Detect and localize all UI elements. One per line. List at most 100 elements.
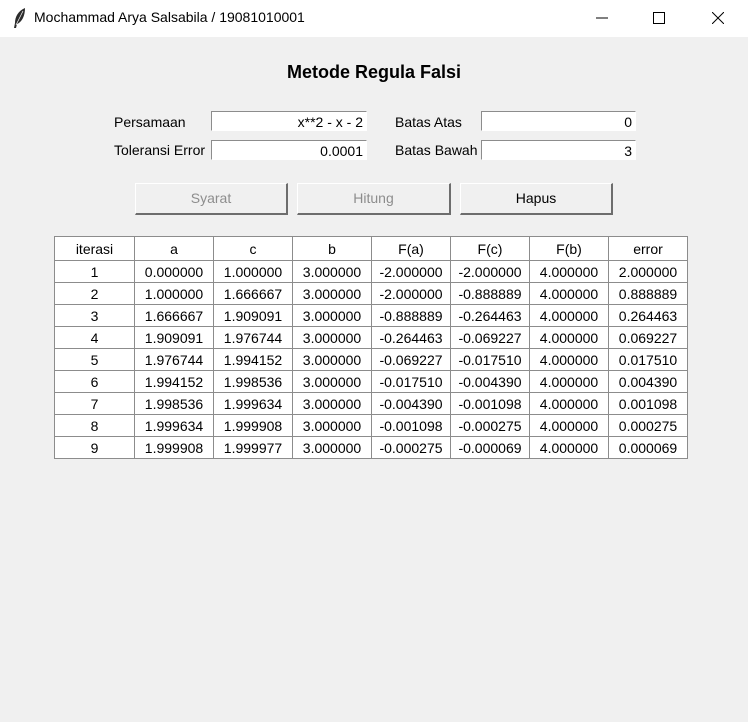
table-cell: 1.000000 xyxy=(213,260,293,283)
hapus-button[interactable]: Hapus xyxy=(460,183,613,215)
batas-atas-input[interactable]: 0 xyxy=(481,111,636,131)
table-cell: -0.069227 xyxy=(450,326,530,349)
table-cell: -0.001098 xyxy=(371,414,451,437)
minimize-button[interactable] xyxy=(579,0,625,37)
table-cell: -0.004390 xyxy=(371,392,451,415)
table-cell: 3.000000 xyxy=(292,348,372,371)
table-cell: 3.000000 xyxy=(292,414,372,437)
title-bar[interactable]: Mochammad Arya Salsabila / 19081010001 xyxy=(0,0,748,37)
batas-bawah-input[interactable]: 3 xyxy=(481,140,636,160)
table-cell: -0.004390 xyxy=(450,370,530,393)
table-cell: 1.909091 xyxy=(134,326,214,349)
table-cell: 9 xyxy=(54,436,135,459)
table-cell: 1.998536 xyxy=(213,370,293,393)
table-cell: 4 xyxy=(54,326,135,349)
table-cell: -0.000069 xyxy=(450,436,530,459)
column-header: c xyxy=(213,236,293,261)
table-cell: -0.264463 xyxy=(371,326,451,349)
table-cell: 5 xyxy=(54,348,135,371)
table-cell: 3.000000 xyxy=(292,392,372,415)
table-cell: 0.000069 xyxy=(608,436,688,459)
table-cell: 1.976744 xyxy=(134,348,214,371)
table-cell: 2 xyxy=(54,282,135,305)
table-row: 1 0.000000 1.000000 3.000000 -2.000000 -2.000… xyxy=(54,260,688,283)
column-header: F(c) xyxy=(450,236,530,261)
table-cell: 4.000000 xyxy=(529,282,609,305)
table-row: 9 1.999908 1.999977 3.000000 -0.000275 -0.000… xyxy=(54,436,688,459)
table-row: 7 1.998536 1.999634 3.000000 -0.004390 -0.001… xyxy=(54,392,688,415)
table-cell: 0.888889 xyxy=(608,282,688,305)
hitung-button[interactable]: Hitung xyxy=(297,183,451,215)
table-cell: 4.000000 xyxy=(529,260,609,283)
maximize-button[interactable] xyxy=(636,0,682,37)
table-cell: -0.000275 xyxy=(371,436,451,459)
table-cell: 2.000000 xyxy=(608,260,688,283)
table-cell: -2.000000 xyxy=(371,282,451,305)
table-cell: -2.000000 xyxy=(450,260,530,283)
table-cell: 7 xyxy=(54,392,135,415)
table-cell: 0.017510 xyxy=(608,348,688,371)
table-cell: -2.000000 xyxy=(371,260,451,283)
column-header: F(b) xyxy=(529,236,609,261)
table-cell: 3.000000 xyxy=(292,436,372,459)
table-cell: 0.001098 xyxy=(608,392,688,415)
table-cell: 3.000000 xyxy=(292,326,372,349)
table-cell: 1.999908 xyxy=(213,414,293,437)
table-cell: -0.017510 xyxy=(371,370,451,393)
table-row: 2 1.000000 1.666667 3.000000 -2.000000 -0.888… xyxy=(54,282,688,305)
table-cell: 0.004390 xyxy=(608,370,688,393)
table-cell: 3.000000 xyxy=(292,260,372,283)
table-cell: 8 xyxy=(54,414,135,437)
table-cell: -0.069227 xyxy=(371,348,451,371)
persamaan-input[interactable]: x**2 - x - 2 xyxy=(211,111,367,131)
table-header-row: iterasi a c b F(a) F(c) F(b) error xyxy=(54,236,688,261)
table-cell: 1.994152 xyxy=(213,348,293,371)
table-cell: 4.000000 xyxy=(529,348,609,371)
column-header: error xyxy=(608,236,688,261)
table-cell: -0.000275 xyxy=(450,414,530,437)
table-cell: -0.888889 xyxy=(450,282,530,305)
minimize-icon xyxy=(596,17,608,19)
table-cell: 3.000000 xyxy=(292,304,372,327)
table-cell: 1.976744 xyxy=(213,326,293,349)
table-cell: 3.000000 xyxy=(292,282,372,305)
table-cell: -0.017510 xyxy=(450,348,530,371)
table-cell: -0.264463 xyxy=(450,304,530,327)
table-cell: 1.999977 xyxy=(213,436,293,459)
table-cell: 1.666667 xyxy=(213,282,293,305)
table-cell: 1.999634 xyxy=(134,414,214,437)
batas-bawah-label: Batas Bawah xyxy=(395,142,478,158)
column-header: F(a) xyxy=(371,236,451,261)
syarat-button[interactable]: Syarat xyxy=(135,183,288,215)
table-cell: 0.000000 xyxy=(134,260,214,283)
table-cell: 4.000000 xyxy=(529,304,609,327)
table-row: 8 1.999634 1.999908 3.000000 -0.001098 -0.000… xyxy=(54,414,688,437)
page-title: Metode Regula Falsi xyxy=(286,62,462,82)
window-title: Mochammad Arya Salsabila / 19081010001 xyxy=(34,9,305,25)
table-cell: 4.000000 xyxy=(529,370,609,393)
table-cell: 4.000000 xyxy=(529,326,609,349)
table-cell: 4.000000 xyxy=(529,414,609,437)
table-cell: 1.994152 xyxy=(134,370,214,393)
table-row: 4 1.909091 1.976744 3.000000 -0.264463 -0.069… xyxy=(54,326,688,349)
toleransi-input[interactable]: 0.0001 xyxy=(211,140,367,160)
table-row: 6 1.994152 1.998536 3.000000 -0.017510 -0.004… xyxy=(54,370,688,393)
table-cell: 1.999908 xyxy=(134,436,214,459)
table-cell: 1.000000 xyxy=(134,282,214,305)
close-button[interactable] xyxy=(695,0,741,37)
toleransi-label: Toleransi Error xyxy=(114,142,206,158)
table-cell: 0.069227 xyxy=(608,326,688,349)
table-row: 3 1.666667 1.909091 3.000000 -0.888889 -0.264… xyxy=(54,304,688,327)
table-cell: 1.998536 xyxy=(134,392,214,415)
table-cell: 6 xyxy=(54,370,135,393)
column-header: iterasi xyxy=(54,236,135,261)
feather-icon xyxy=(12,7,28,29)
table-cell: 1.999634 xyxy=(213,392,293,415)
persamaan-label: Persamaan xyxy=(114,114,186,130)
close-icon xyxy=(712,12,724,24)
table-cell: -0.888889 xyxy=(371,304,451,327)
table-body: 1 0.000000 1.000000 3.000000 -2.000000 -2.000… xyxy=(54,260,688,459)
column-header: a xyxy=(134,236,214,261)
table-cell: 0.000275 xyxy=(608,414,688,437)
table-cell: 4.000000 xyxy=(529,436,609,459)
